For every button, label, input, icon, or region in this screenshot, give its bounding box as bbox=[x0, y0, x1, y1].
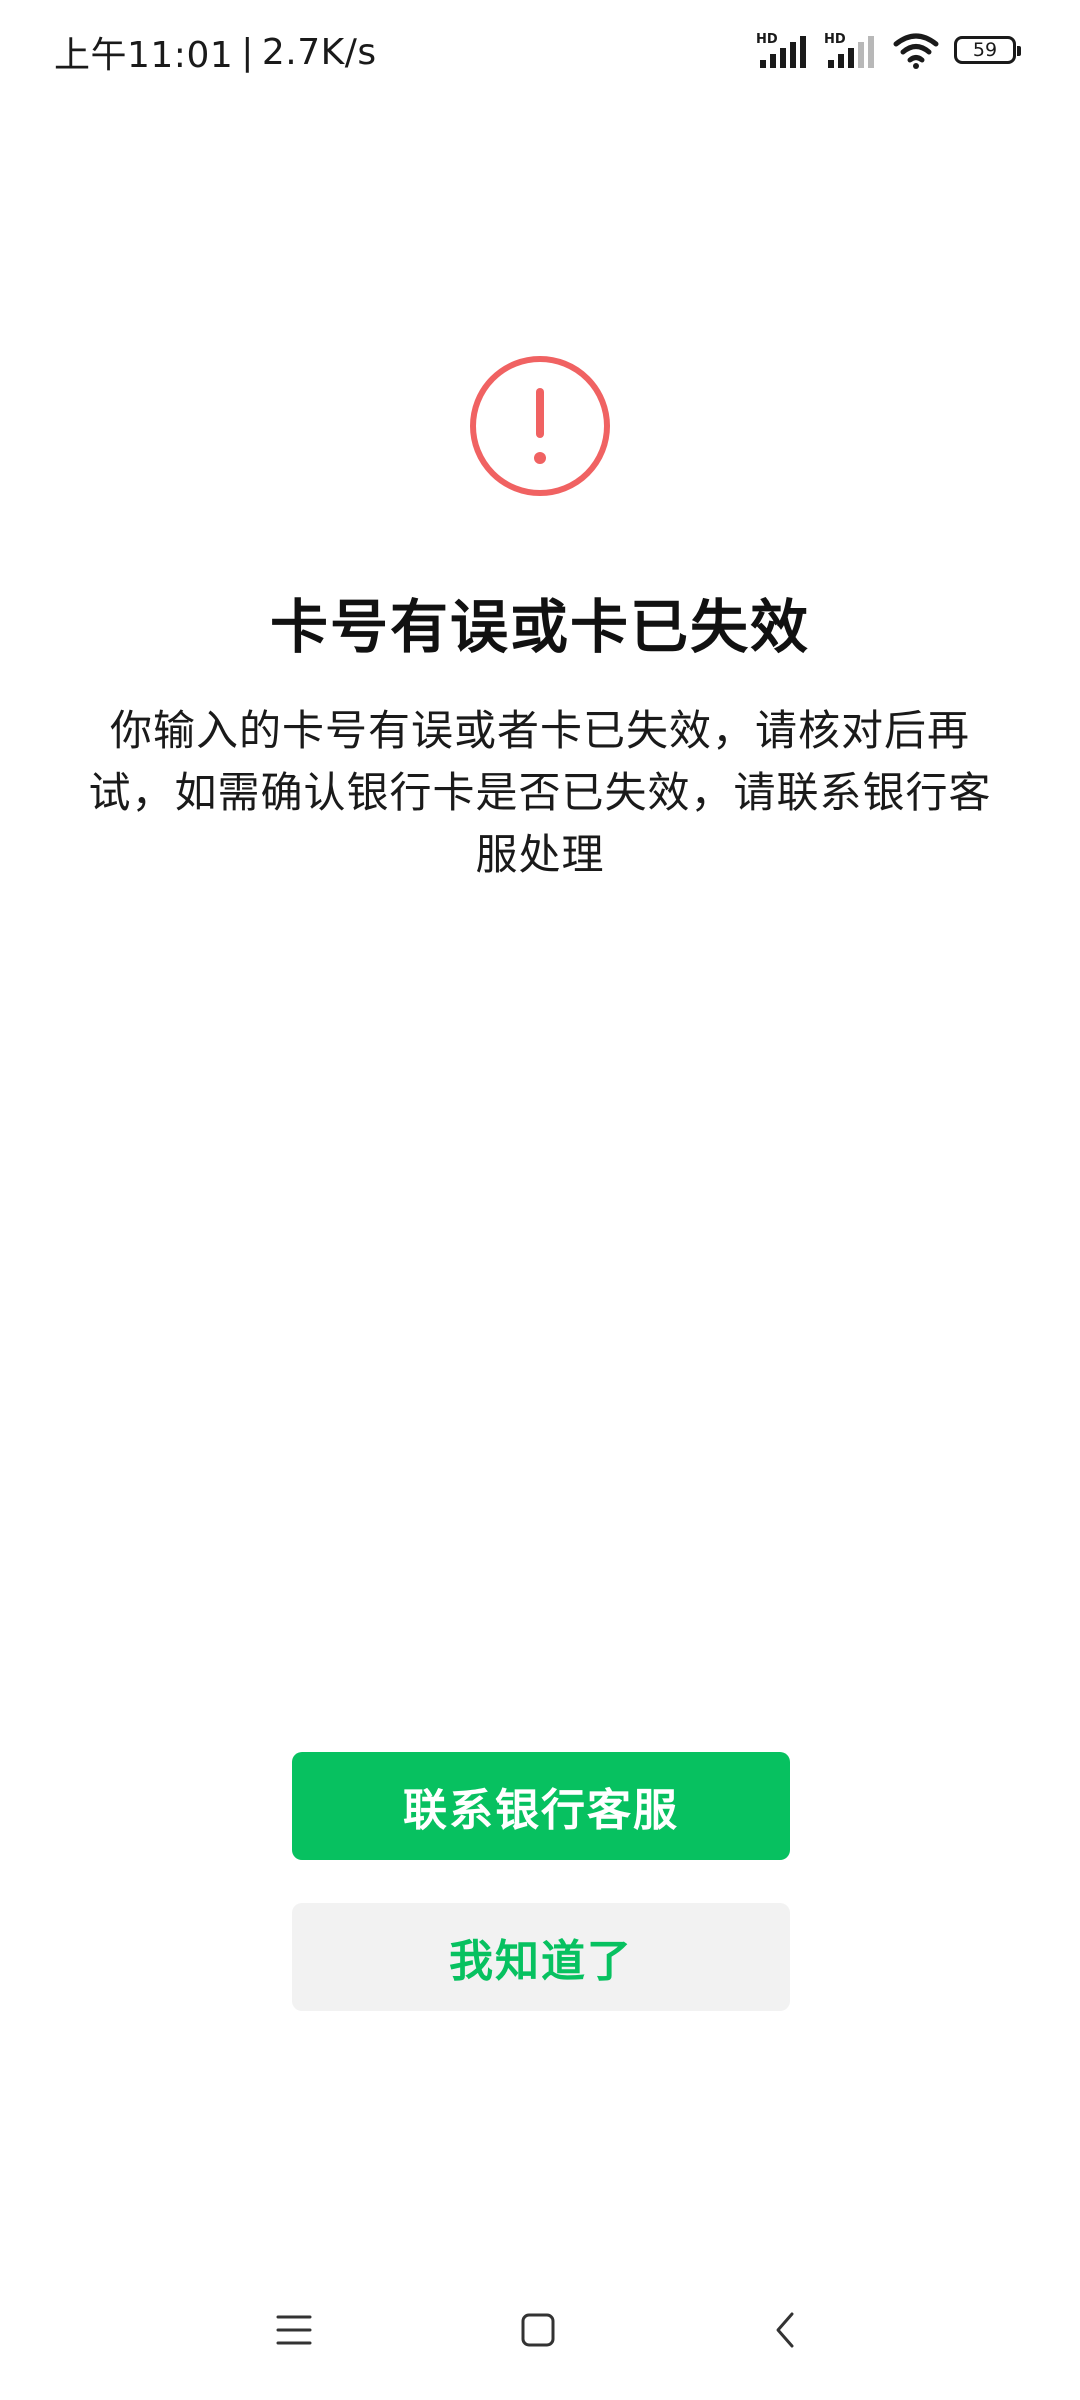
exclamation-circle-icon bbox=[470, 356, 610, 496]
home-button[interactable] bbox=[498, 2290, 578, 2370]
hd-signal-label: HD bbox=[824, 32, 846, 47]
back-icon bbox=[776, 2312, 794, 2348]
status-left: 上午11:01 | 2.7K/s bbox=[54, 26, 377, 78]
battery-level: 59 bbox=[972, 39, 998, 61]
navigation-bar bbox=[0, 2290, 1080, 2370]
wifi-icon bbox=[893, 33, 939, 69]
status-right: HD HD 59 bbox=[756, 28, 1021, 72]
acknowledge-button[interactable]: 我知道了 bbox=[292, 1903, 790, 2011]
back-button[interactable] bbox=[746, 2290, 826, 2370]
contact-bank-button[interactable]: 联系银行客服 bbox=[292, 1752, 790, 1860]
status-time: 上午11:01 bbox=[54, 35, 234, 76]
menu-button[interactable] bbox=[254, 2290, 334, 2370]
hd-signal-icon: HD bbox=[756, 32, 806, 68]
status-separator: | bbox=[241, 31, 254, 73]
error-title: 卡号有误或卡已失效 bbox=[269, 593, 810, 661]
hd-signal-icon: HD bbox=[824, 32, 874, 68]
menu-icon bbox=[276, 2315, 312, 2345]
status-bar: 上午11:01 | 2.7K/s HD HD 59 bbox=[0, 0, 1080, 100]
network-speed: 2.7K/s bbox=[261, 31, 377, 73]
error-screen: 上午11:01 | 2.7K/s HD HD 59 卡号有误或卡已失效 你输入的… bbox=[0, 0, 1080, 2400]
hd-signal-label: HD bbox=[756, 32, 778, 47]
battery-icon: 59 bbox=[954, 36, 1021, 64]
error-message: 你输入的卡号有误或者卡已失效，请核对后再试，如需确认银行卡是否已失效，请联系银行… bbox=[88, 706, 992, 879]
home-icon bbox=[521, 2313, 555, 2347]
